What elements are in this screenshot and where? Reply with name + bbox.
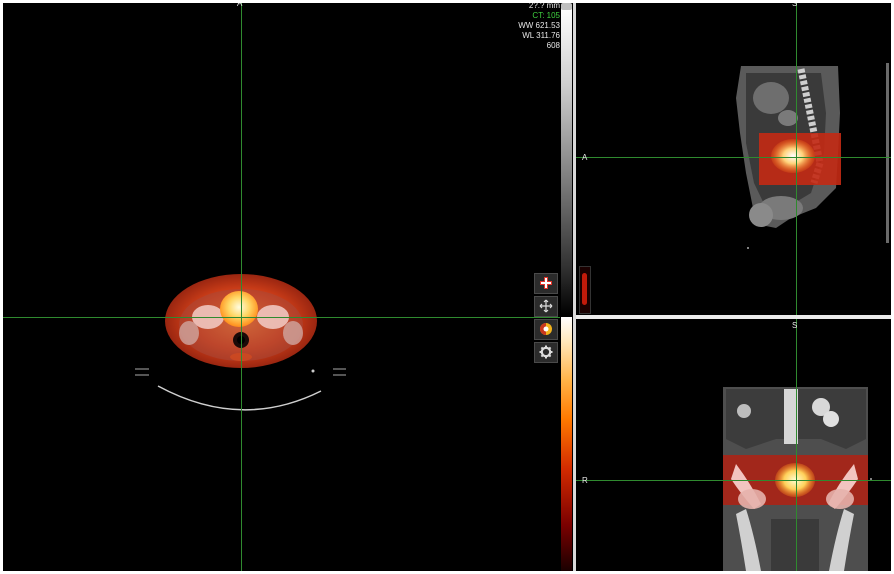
slice-number: 608	[546, 41, 560, 50]
contrast-circle-icon	[540, 323, 552, 335]
coronal-viewport[interactable]: S R	[576, 319, 891, 571]
ct-grayscale-colorbar[interactable]	[561, 7, 572, 315]
window-width: WW 621.53	[518, 21, 560, 30]
add-marker-button[interactable]	[534, 273, 558, 294]
coronal-crosshair-horizontal[interactable]	[576, 480, 891, 481]
window-level: WL 311.76	[522, 31, 560, 40]
coronal-orientation-top: S	[792, 321, 798, 330]
sagittal-orientation-top: S	[792, 3, 798, 8]
settings-button[interactable]	[534, 342, 558, 363]
sagittal-crosshair-vertical[interactable]	[796, 3, 797, 315]
gear-icon	[539, 345, 553, 359]
sagittal-viewport[interactable]: S A	[576, 3, 891, 315]
axial-image	[135, 274, 346, 411]
coronal-orientation-left: R	[582, 476, 588, 485]
slice-thickness: 2?.? mm	[528, 3, 560, 10]
slice-thumbnail[interactable]	[579, 266, 591, 314]
fusion-blend-button[interactable]	[534, 319, 558, 340]
sagittal-crosshair-horizontal[interactable]	[576, 157, 891, 158]
axial-orientation-top: A	[237, 3, 243, 8]
axial-viewport[interactable]: A 2?.? mm CT: 105 WW 621.53 WL 311.76 60…	[3, 3, 560, 571]
sagittal-image	[736, 63, 889, 249]
coronal-image	[723, 387, 872, 571]
plus-icon	[540, 277, 552, 289]
axial-crosshair-horizontal[interactable]	[3, 317, 560, 318]
move-arrows-icon	[539, 299, 553, 313]
coronal-crosshair-vertical[interactable]	[796, 319, 797, 571]
pan-button[interactable]	[534, 296, 558, 317]
dicom-overlay-info: 2?.? mm CT: 105 WW 621.53 WL 311.76 608	[500, 3, 560, 51]
sagittal-orientation-left: A	[582, 153, 588, 162]
ct-value: CT: 105	[532, 11, 560, 20]
colorbar-handle[interactable]	[561, 3, 572, 10]
fusion-viewer: A 2?.? mm CT: 105 WW 621.53 WL 311.76 60…	[3, 3, 891, 571]
axial-crosshair-vertical[interactable]	[241, 3, 242, 571]
pet-hot-colorbar[interactable]	[561, 317, 572, 571]
